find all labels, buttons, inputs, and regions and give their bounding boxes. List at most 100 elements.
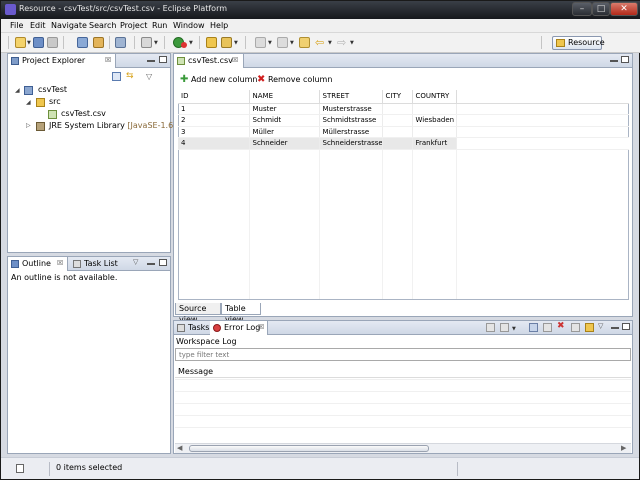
title-bar[interactable]: Resource - csvTest/src/csvTest.csv - Ecl…: [1, 1, 640, 19]
table-cell[interactable]: 3: [178, 126, 250, 138]
new-window-icon[interactable]: [141, 37, 152, 48]
open-log-icon[interactable]: [571, 323, 580, 332]
minimize-button[interactable]: –: [572, 2, 592, 16]
tree-item-csvtest-csv[interactable]: csvTest.csv: [61, 109, 106, 118]
maximize-view-icon[interactable]: [622, 323, 630, 330]
open-type-icon[interactable]: [93, 37, 104, 48]
print-icon[interactable]: [77, 37, 88, 48]
view-menu-icon[interactable]: ▽: [133, 258, 138, 266]
menu-navigate[interactable]: Navigate: [51, 21, 87, 30]
back-dropdown-icon[interactable]: ▼: [328, 40, 332, 46]
table-cell[interactable]: [412, 126, 457, 138]
column-header-country[interactable]: COUNTRY: [412, 90, 457, 104]
expanded-twistie-icon[interactable]: ◢: [26, 99, 31, 106]
table-cell[interactable]: 2: [178, 114, 250, 127]
table-cell[interactable]: Müllerstrasse: [319, 126, 383, 138]
menu-file[interactable]: File: [10, 21, 23, 30]
table-cell[interactable]: 4: [178, 137, 250, 150]
tab-source-view[interactable]: Source view: [175, 303, 221, 324]
table-cell[interactable]: Schneiderstrasse: [319, 137, 383, 150]
table-cell[interactable]: Müller: [249, 126, 320, 138]
open-folder-icon[interactable]: [206, 37, 217, 48]
maximize-view-icon[interactable]: [159, 56, 167, 63]
horizontal-scrollbar[interactable]: ◀ ▶: [175, 443, 631, 453]
table-row-selected[interactable]: 4 Schneider Schneiderstrasse Frankfurt: [178, 137, 629, 150]
table-row[interactable]: 3 Müller Müllerstrasse: [178, 126, 629, 138]
column-header-city[interactable]: CITY: [382, 90, 413, 104]
view-menu-icon[interactable]: ▽: [598, 322, 603, 330]
table-cell[interactable]: [382, 126, 413, 138]
tab-error-log[interactable]: Error Log ☒: [210, 321, 268, 335]
last-edit-icon[interactable]: [299, 37, 310, 48]
filter-input[interactable]: [175, 348, 631, 361]
tree-item-jre-library[interactable]: JRE System Library [JavaSE-1.6]: [49, 121, 176, 130]
close-button[interactable]: ✕: [610, 2, 638, 16]
link-with-editor-icon[interactable]: ⇆: [126, 72, 135, 81]
pencil-dropdown-icon[interactable]: ▼: [234, 40, 238, 46]
scroll-right-icon[interactable]: ▶: [621, 444, 626, 452]
back-arrow-icon[interactable]: ⇦: [315, 36, 324, 49]
minimize-view-icon[interactable]: [610, 60, 618, 62]
import-dropdown-icon[interactable]: ▼: [512, 326, 516, 332]
maximize-view-icon[interactable]: [621, 56, 629, 63]
table-cell[interactable]: Schmidtstrasse: [319, 114, 383, 127]
table-cell[interactable]: Frankfurt: [412, 137, 457, 150]
restore-log-icon[interactable]: [585, 323, 594, 332]
tab-project-explorer[interactable]: Project Explorer ☒: [8, 54, 116, 68]
scrollbar-thumb[interactable]: [189, 445, 429, 452]
table-cell[interactable]: [382, 114, 413, 127]
maximize-view-icon[interactable]: [159, 259, 167, 266]
forward-dropdown-icon[interactable]: ▼: [350, 40, 354, 46]
pencil-icon[interactable]: [221, 37, 232, 48]
table-cell[interactable]: 1: [178, 103, 250, 115]
tree-item-src[interactable]: src: [49, 97, 61, 106]
menu-window[interactable]: Window: [173, 21, 205, 30]
column-header-id[interactable]: ID: [178, 90, 250, 104]
minimize-view-icon[interactable]: [147, 60, 155, 62]
menu-help[interactable]: Help: [210, 21, 228, 30]
table-cell[interactable]: [382, 137, 413, 150]
save-all-icon[interactable]: [47, 37, 58, 48]
previous-annotation-dropdown-icon[interactable]: ▼: [290, 40, 294, 46]
new-window-dropdown-icon[interactable]: ▼: [154, 40, 158, 46]
clear-log-icon[interactable]: [529, 323, 538, 332]
message-column-header[interactable]: Message: [175, 365, 631, 378]
minimize-view-icon[interactable]: [147, 263, 155, 265]
close-tab-icon[interactable]: ☒: [105, 54, 111, 67]
new-icon[interactable]: [15, 37, 26, 48]
tab-outline[interactable]: Outline ☒: [8, 257, 68, 271]
tab-tasks[interactable]: Tasks: [174, 321, 210, 335]
close-tab-icon[interactable]: ☒: [57, 257, 63, 270]
forward-arrow-icon[interactable]: ⇨: [337, 36, 346, 49]
tree-item-csvtest[interactable]: csvTest: [38, 85, 67, 94]
maximize-button[interactable]: □: [592, 2, 610, 16]
save-icon[interactable]: [33, 37, 44, 48]
import-log-icon[interactable]: [500, 323, 509, 332]
table-cell[interactable]: [382, 103, 413, 115]
menu-project[interactable]: Project: [120, 21, 147, 30]
close-tab-icon[interactable]: ☒: [258, 321, 264, 334]
tab-task-list[interactable]: Task List: [70, 257, 122, 271]
table-cell[interactable]: Musterstrasse: [319, 103, 383, 115]
table-row[interactable]: 2 Schmidt Schmidtstrasse Wiesbaden: [178, 114, 629, 127]
new-dropdown-icon[interactable]: ▼: [27, 40, 31, 46]
next-annotation-dropdown-icon[interactable]: ▼: [268, 40, 272, 46]
remove-column-button[interactable]: ✖ Remove column: [257, 74, 332, 86]
collapse-all-icon[interactable]: [112, 72, 121, 81]
delete-log-icon[interactable]: [543, 323, 552, 332]
tab-csvtest-csv[interactable]: csvTest.csv ☒: [174, 54, 244, 68]
scroll-left-icon[interactable]: ◀: [177, 444, 182, 452]
table-row[interactable]: 1 Muster Musterstrasse: [178, 103, 629, 115]
column-header-street[interactable]: STREET: [319, 90, 383, 104]
menu-search[interactable]: Search: [89, 21, 116, 30]
next-annotation-icon[interactable]: [255, 37, 266, 48]
column-header-name[interactable]: NAME: [249, 90, 320, 104]
expanded-twistie-icon[interactable]: ◢: [15, 87, 20, 94]
table-cell[interactable]: Schneider: [249, 137, 320, 150]
menu-edit[interactable]: Edit: [30, 21, 46, 30]
build-icon[interactable]: [115, 37, 126, 48]
perspective-resource-button[interactable]: Resource: [552, 36, 605, 50]
export-log-icon[interactable]: [486, 323, 495, 332]
minimize-view-icon[interactable]: [611, 327, 619, 329]
add-column-button[interactable]: ✚ Add new column: [180, 74, 258, 86]
